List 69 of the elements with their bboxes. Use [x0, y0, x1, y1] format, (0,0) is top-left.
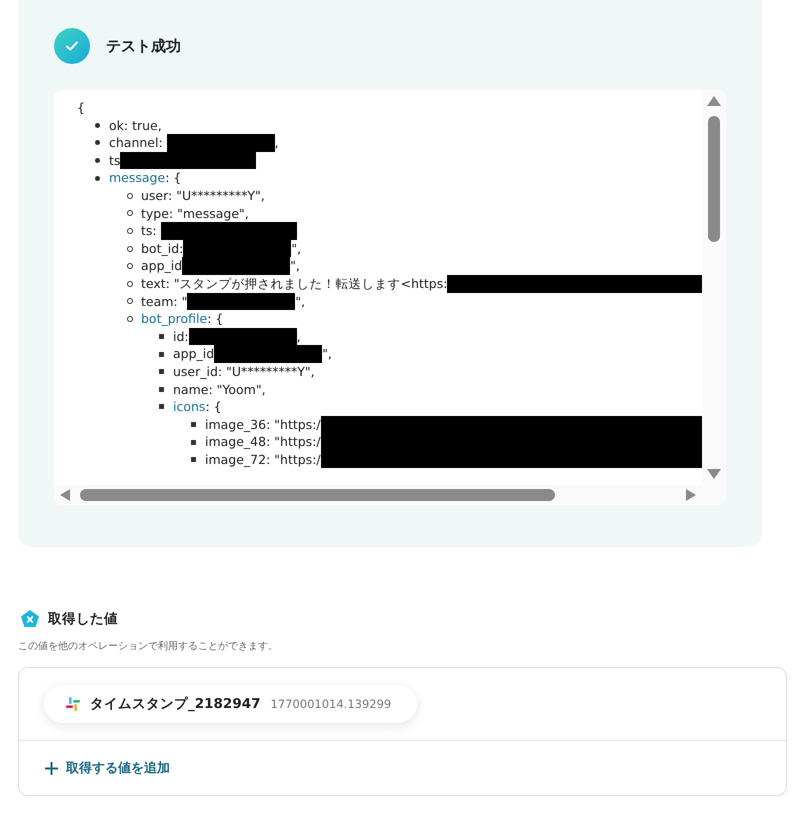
json-line-text: ", [295, 292, 306, 310]
json-line-text: ", [290, 257, 300, 275]
bullet-icon [159, 352, 164, 357]
scroll-up-icon[interactable] [707, 96, 721, 106]
horizontal-scrollbar[interactable] [54, 485, 726, 505]
json-line-text: name: "Yoom", [173, 380, 266, 398]
scroll-right-icon[interactable] [686, 489, 696, 501]
bullet-icon [95, 122, 100, 128]
json-line-text: image_36: "https:/ [205, 416, 321, 434]
bullet-icon [191, 422, 196, 427]
value-chip[interactable]: タイムスタンプ_2182947 1770001014.139299 [44, 685, 418, 723]
check-icon [54, 28, 90, 64]
bullet-icon [159, 386, 164, 392]
panel-title: テスト成功 [106, 36, 181, 56]
json-line-text: ", [322, 345, 332, 363]
bullet-icon [127, 263, 133, 270]
bullet-icon [127, 210, 133, 216]
json-line-text: : { [207, 310, 224, 328]
scroll-left-icon[interactable] [60, 489, 70, 501]
bullet-icon [127, 192, 133, 199]
json-line-text: image_72: "https:/ [205, 450, 321, 468]
hash-logo-icon [66, 697, 80, 711]
section-title: 取得した値 [48, 610, 118, 628]
json-line-text: id: [173, 328, 189, 346]
vertical-scrollbar[interactable] [702, 90, 726, 485]
value-text: 1770001014.139299 [270, 697, 392, 711]
json-line-text: , [296, 328, 301, 346]
bullet-icon [159, 369, 164, 374]
bullet-icon [159, 404, 164, 410]
bullet-icon [127, 228, 133, 234]
scrollbar-thumb[interactable] [708, 116, 720, 242]
bullet-icon [191, 440, 196, 445]
json-line-text: user_id: "U*********Y", [173, 362, 315, 380]
bullet-icon [127, 246, 133, 252]
json-line-text: ", [291, 240, 302, 258]
json-line-text: user: "U*********Y", [141, 186, 265, 205]
json-line-text: : { [165, 169, 182, 187]
json-line-text: team: " [141, 292, 188, 310]
json-line-text: { [77, 99, 85, 117]
bullet-icon [127, 298, 133, 304]
json-line-text: image_48: "https:/ [205, 433, 321, 451]
bullet-icon [95, 140, 100, 146]
json-line-text: bot_id: [141, 240, 184, 258]
plus-icon [45, 762, 58, 774]
json-line-text: channel: [109, 134, 164, 152]
bullet-icon [95, 176, 100, 181]
json-line-text: type: "message", [141, 204, 249, 222]
section-description: この値を他のオペレーションで利用することができます。 [18, 640, 279, 653]
bullet-icon [127, 280, 133, 287]
json-line-text: ts: [141, 222, 158, 240]
json-line-text: : { [205, 398, 222, 416]
scrollbar-thumb[interactable] [80, 489, 555, 501]
value-name: タイムスタンプ_2182947 [90, 695, 261, 713]
bullet-icon [95, 158, 100, 164]
scroll-down-icon[interactable] [707, 469, 721, 479]
json-line-text: app_id [141, 257, 182, 275]
expand-key-link[interactable]: icons [173, 398, 206, 416]
json-line-text: , [274, 134, 279, 152]
variable-icon [20, 609, 40, 629]
expand-key-link[interactable]: message [109, 169, 166, 187]
json-line-text: text: "スタンプが押されました！転送します<https: [141, 274, 448, 293]
json-line-text: ok: true, [109, 116, 162, 134]
json-line-text: app_id [173, 345, 214, 363]
expand-key-link[interactable]: bot_profile [141, 310, 208, 328]
json-line-text: ts [109, 152, 120, 170]
bullet-icon [127, 316, 133, 322]
bullet-icon [191, 457, 196, 462]
add-value-button[interactable]: 取得する値を追加 [45, 759, 170, 777]
bullet-icon [159, 334, 164, 340]
